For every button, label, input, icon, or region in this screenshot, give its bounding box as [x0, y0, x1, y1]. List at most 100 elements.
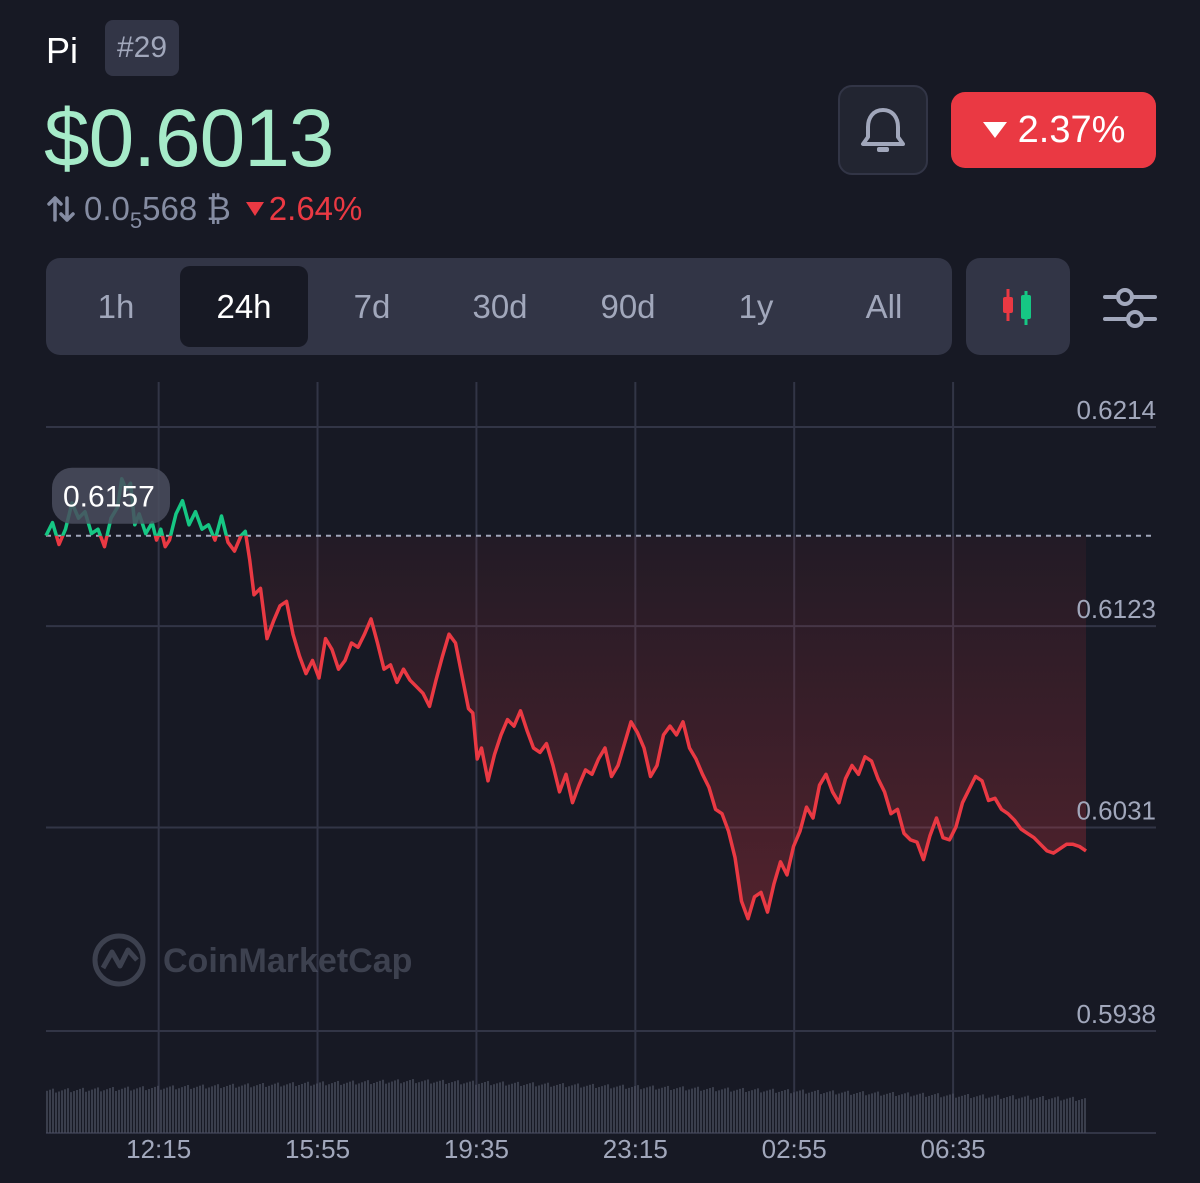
y-tick-label: 0.6214: [1076, 395, 1156, 425]
volume-bar: [637, 1085, 639, 1133]
volume-bar: [520, 1085, 522, 1133]
volume-bar: [535, 1086, 537, 1133]
volume-bar: [328, 1084, 330, 1133]
x-tick-label: 19:35: [444, 1134, 509, 1164]
volume-bar: [55, 1092, 57, 1133]
volume-bar: [670, 1090, 672, 1133]
tab-7d[interactable]: 7d: [308, 266, 436, 347]
volume-bar: [523, 1085, 525, 1133]
volume-bar: [646, 1087, 648, 1133]
volume-bar: [511, 1083, 513, 1133]
volume-bar: [136, 1088, 138, 1133]
volume-bar: [97, 1087, 99, 1133]
watermark-text: CoinMarketCap: [163, 942, 412, 980]
volume-bar: [679, 1087, 681, 1133]
tab-all[interactable]: All: [820, 266, 948, 347]
volume-bar: [997, 1094, 999, 1133]
volume-bar: [928, 1095, 930, 1133]
volume-bar: [625, 1088, 627, 1133]
tab-30d[interactable]: 30d: [436, 266, 564, 347]
btc-change: 2.64%: [245, 190, 362, 228]
volume-bar: [856, 1093, 858, 1133]
volume-bar: [688, 1089, 690, 1133]
volume-bar: [160, 1089, 162, 1133]
volume-bar: [922, 1092, 924, 1133]
time-range-tabs: 1h 24h 7d 30d 90d 1y All: [46, 258, 952, 355]
tab-1y[interactable]: 1y: [692, 266, 820, 347]
tab-90d[interactable]: 90d: [564, 266, 692, 347]
volume-bar: [508, 1084, 510, 1133]
y-tick-label: 0.5938: [1076, 999, 1156, 1029]
volume-bar: [796, 1091, 798, 1133]
volume-bar: [439, 1080, 441, 1133]
btc-symbol: ₿: [206, 190, 231, 227]
volume-bar: [1057, 1096, 1059, 1133]
volume-bar: [541, 1084, 543, 1133]
btc-price: 0.05568 ₿: [84, 190, 231, 233]
volume-bar: [1069, 1097, 1071, 1133]
candlestick-toggle-button[interactable]: [966, 258, 1070, 355]
volume-bar: [571, 1085, 573, 1133]
volume-bar: [814, 1090, 816, 1133]
chart-settings-button[interactable]: [1100, 278, 1160, 338]
volume-bar: [271, 1084, 273, 1133]
volume-bar: [226, 1085, 228, 1133]
volume-bar: [169, 1086, 171, 1133]
volume-bar: [190, 1088, 192, 1133]
volume-bar: [832, 1090, 834, 1133]
volume-bar: [847, 1090, 849, 1133]
volume-bar: [859, 1092, 861, 1133]
volume-bar: [943, 1096, 945, 1133]
volume-bar: [886, 1093, 888, 1133]
volume-bar: [394, 1080, 396, 1133]
volume-bar: [631, 1086, 633, 1133]
triangle-down-icon: [245, 202, 264, 216]
volume-bar: [754, 1089, 756, 1133]
tab-24h[interactable]: 24h: [180, 266, 308, 347]
volume-bar: [448, 1083, 450, 1133]
y-tick-label: 0.6123: [1076, 594, 1156, 624]
volume-bar: [529, 1083, 531, 1133]
price-chart-svg: CoinMarketCap 0.6157 0.6214 0.6123 0.6031 0…: [44, 382, 1156, 1164]
price-alert-button[interactable]: [838, 85, 928, 175]
volume-bar: [202, 1084, 204, 1133]
volume-bar: [52, 1088, 54, 1133]
volume-bar: [580, 1087, 582, 1133]
volume-bar: [325, 1085, 327, 1133]
volume-bar: [616, 1086, 618, 1133]
volume-bar: [115, 1090, 117, 1133]
volume-bar: [472, 1080, 474, 1133]
volume-bar: [982, 1094, 984, 1133]
volume-bar: [661, 1087, 663, 1133]
volume-bar: [823, 1093, 825, 1133]
volume-bar: [880, 1095, 882, 1133]
volume-bar: [871, 1093, 873, 1133]
volume-bar: [556, 1084, 558, 1133]
volume-bar: [139, 1087, 141, 1133]
price-chart[interactable]: CoinMarketCap 0.6157 0.6214 0.6123 0.6031 0…: [0, 380, 1200, 1183]
volume-bar: [946, 1095, 948, 1133]
volume-bar: [583, 1086, 585, 1133]
swap-arrows-icon[interactable]: [46, 194, 76, 224]
volume-bar: [559, 1084, 561, 1133]
volume-bar: [130, 1090, 132, 1133]
y-tick-label: 0.6031: [1076, 795, 1156, 825]
volume-bar: [1009, 1096, 1011, 1133]
volume-bar: [406, 1081, 408, 1133]
volume-bar: [925, 1096, 927, 1133]
volume-bar: [994, 1095, 996, 1133]
volume-bar: [370, 1084, 372, 1133]
price-change-value: 2.37%: [1017, 108, 1126, 151]
volume-bar: [100, 1091, 102, 1133]
volume-bar: [562, 1083, 564, 1133]
volume-bar: [103, 1090, 105, 1133]
volume-bar: [376, 1081, 378, 1133]
volume-bar: [691, 1088, 693, 1133]
tab-1h[interactable]: 1h: [52, 266, 180, 347]
volume-bar: [118, 1089, 120, 1133]
volume-bar: [724, 1088, 726, 1133]
volume-bar: [1084, 1098, 1086, 1133]
volume-bar: [349, 1081, 351, 1133]
volume-bar: [58, 1091, 60, 1133]
volume-bar: [367, 1080, 369, 1133]
